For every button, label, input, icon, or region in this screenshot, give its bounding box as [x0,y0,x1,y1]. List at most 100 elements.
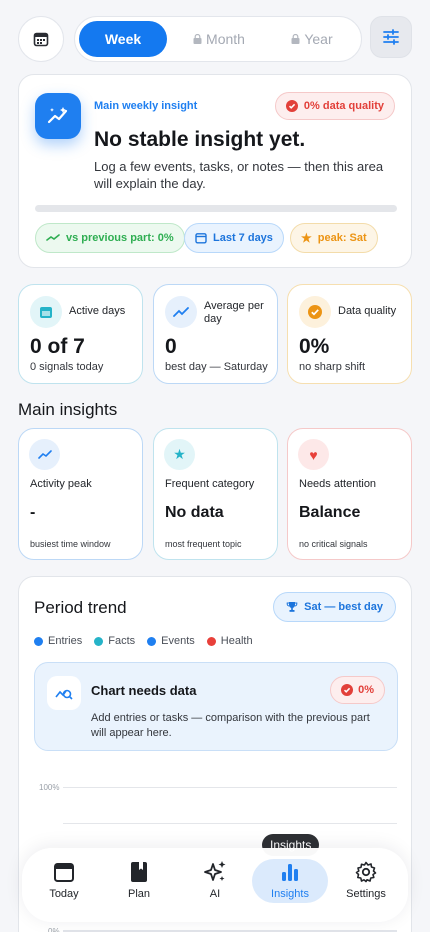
stat-label: Active days [69,305,126,317]
trend-icon [165,296,197,328]
book-icon [130,860,148,884]
sliders-icon [383,29,399,45]
bar-chart-icon [281,860,299,884]
tab-year-label: Year [304,31,333,47]
stat-sub: no sharp shift [299,361,366,373]
heart-icon: ♥ [298,439,329,470]
trend-icon [29,439,60,470]
range-chip[interactable]: Last 7 days [184,223,284,253]
chart-search-icon [47,676,81,710]
comparison-chip-label: vs previous part: 0% [66,232,174,244]
stat-value: 0 [165,335,177,358]
tab-settings[interactable]: Settings [329,860,403,904]
sparkle-icon [203,860,227,884]
notice-badge: 0% [330,676,385,704]
comparison-chip[interactable]: vs previous part: 0% [35,223,185,253]
stat-card-average[interactable]: Average per day 0 best day — Saturday [153,284,278,384]
stat-label: Data quality [338,305,397,317]
insight-icon [35,93,81,139]
alert-badge-icon [341,684,354,696]
calendar-button[interactable] [18,16,64,62]
legend-item[interactable]: Health [206,635,253,647]
insight-card-needs-attention[interactable]: ♥ Needs attention Balance no critical si… [287,428,412,560]
insight-card-value: Balance [299,504,361,521]
tab-insights[interactable]: Insights [253,860,327,904]
notice-title: Chart needs data [91,683,197,698]
trophy-icon [286,602,298,612]
check-badge-icon [299,296,331,328]
top-bar: Week Month Year [18,16,412,62]
stat-card-data-quality[interactable]: Data quality 0% no sharp shift [287,284,412,384]
alert-badge-icon [285,100,298,112]
peak-chip[interactable]: ★ peak: Sat [290,223,378,253]
data-quality-badge: 0% data quality [274,92,395,120]
insight-card-sub: most frequent topic [165,539,242,549]
tab-week-label: Week [104,31,142,47]
insight-title: No stable insight yet. [94,128,306,151]
tab-ai[interactable]: AI [178,860,252,904]
tab-year[interactable]: Year [269,21,355,57]
legend-label: Entries [48,635,83,647]
period-trend-title: Period trend [34,598,127,617]
tab-month-label: Month [206,31,245,47]
tab-label: Plan [127,888,151,900]
best-day-badge[interactable]: Sat — best day [273,592,396,622]
calendar-icon [33,32,49,47]
insight-card-label: Activity peak [30,478,92,490]
tab-label: Settings [346,888,386,900]
legend-item[interactable]: Facts [94,635,135,647]
stat-sub: 0 signals today [30,361,104,373]
calendar-icon [53,860,75,884]
tab-today[interactable]: Today [27,860,101,904]
best-day-label: Sat — best day [304,601,383,613]
stat-card-active-days[interactable]: Active days 0 of 7 0 signals today [18,284,143,384]
insight-card-value: No data [165,504,224,521]
tab-month[interactable]: Month [173,21,265,57]
insight-card-label: Needs attention [299,478,377,490]
tab-week[interactable]: Week [79,21,167,57]
chart-legend: Entries Facts Events Health [34,635,253,647]
notice-badge-label: 0% [358,684,374,696]
tab-label: AI [209,888,221,900]
star-icon: ★ [301,231,312,245]
legend-item[interactable]: Entries [34,635,82,647]
tab-label: Insights [271,888,309,900]
insight-card-frequent-category[interactable]: ★ Frequent category No data most frequen… [153,428,278,560]
insight-card-sub: no critical signals [299,539,368,549]
period-segmented-control: Week Month Year [74,16,362,62]
trend-arrows-icon [46,234,60,241]
tab-plan[interactable]: Plan [102,860,176,904]
star-icon: ★ [164,439,195,470]
calendar-icon [30,296,62,328]
tab-label: Today [49,888,79,900]
insight-card-value: - [30,504,36,521]
insight-description: Log a few events, tasks, or notes — then… [94,159,384,191]
insight-card-label: Frequent category [165,478,255,490]
filter-button[interactable] [370,16,412,58]
main-insights-heading: Main insights [18,400,118,419]
y-axis-top-label: 100% [39,783,60,792]
legend-label: Health [220,635,253,647]
stat-value: 0% [299,335,330,358]
legend-item[interactable]: Events [147,635,195,647]
gear-icon [355,860,377,884]
bottom-tab-bar: Today Plan AI Insights Settings [22,848,408,922]
peak-chip-label: peak: Sat [317,232,367,244]
chart-gridline [63,787,397,788]
notice-description: Add entries or tasks — comparison with t… [91,712,370,739]
stat-value: 0 of 7 [30,335,85,358]
range-chip-label: Last 7 days [213,232,273,244]
y-axis-bottom-label: 0% [48,927,60,932]
calendar-icon [195,233,207,244]
chart-gridline [63,823,397,824]
legend-label: Facts [108,635,136,647]
legend-label: Events [161,635,195,647]
lock-icon [291,34,300,44]
insight-card-activity-peak[interactable]: Activity peak - busiest time window [18,428,143,560]
insight-kicker: Main weekly insight [94,100,198,112]
insight-card-sub: busiest time window [30,539,111,549]
main-insight-card: Main weekly insight 0% data quality No s… [18,74,412,268]
lock-icon [193,34,202,44]
chart-needs-data-notice: Chart needs data 0% Add entries or tasks… [34,662,398,751]
stat-sub: best day — Saturday [165,361,268,373]
